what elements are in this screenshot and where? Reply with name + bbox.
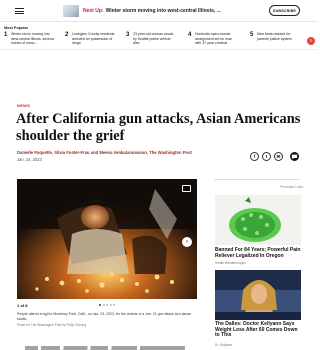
item-headline[interactable]: Lexington County residents arrested for … — [72, 32, 116, 46]
next-up-thumbnail — [63, 5, 79, 17]
photo-caption: People attend a vigil in Monterey Park, … — [17, 312, 192, 321]
item-headline[interactable]: Winter storm moving into west-central Il… — [11, 32, 55, 46]
most-popular-item[interactable]: 5 New beds needed for juvenile justice s… — [250, 32, 297, 41]
hero-photo[interactable]: › — [17, 179, 197, 299]
next-up-headline[interactable]: Winter storm moving into west-central Il… — [106, 8, 221, 14]
ad-image-pain-reliever[interactable] — [215, 195, 301, 245]
top-bar: Next Up: Winter storm moving into west-c… — [0, 0, 318, 22]
most-popular-title: Most Popular — [4, 26, 29, 30]
facebook-share-icon[interactable]: f — [250, 152, 259, 161]
most-popular-item[interactable]: 3 23-year-old woman struck by Seattle po… — [126, 32, 177, 46]
item-number: 2 — [65, 32, 69, 38]
next-photo-button[interactable]: › — [182, 237, 192, 247]
subscribe-button[interactable]: SUBSCRIBE — [269, 5, 300, 16]
promoted-links-label: Promoted Links — [280, 185, 303, 189]
gallery-dot[interactable] — [106, 304, 108, 306]
ad-source[interactable]: Dr. Kellyann — [215, 343, 232, 347]
next-up-banner[interactable]: Next Up: Winter storm moving into west-c… — [63, 4, 221, 18]
comment-bubble-icon — [291, 154, 298, 159]
email-share-icon[interactable]: ✉ — [274, 152, 283, 161]
article-body-start — [25, 346, 185, 350]
item-number: 5 — [250, 32, 254, 38]
ad-source[interactable]: Health Breakthroughs — [215, 261, 246, 265]
rail-divider — [214, 179, 300, 180]
ad-headline[interactable]: The Dalles: Doctor Kellyann Says Weight … — [215, 321, 303, 339]
most-popular-item[interactable]: 2 Lexington County residents arrested fo… — [65, 32, 116, 46]
item-headline[interactable]: Homicide-open murder arraignment set for… — [195, 32, 239, 46]
gallery-dots[interactable] — [99, 304, 115, 306]
next-up-label: Next Up: — [83, 8, 104, 14]
gallery-dot[interactable] — [99, 304, 101, 306]
item-number: 3 — [126, 32, 130, 38]
gallery-expand-icon[interactable] — [182, 185, 191, 192]
menu-icon[interactable] — [15, 8, 24, 14]
green-plant-image — [215, 195, 301, 245]
item-number: 1 — [4, 32, 8, 38]
carousel-next-icon[interactable]: › — [307, 37, 315, 45]
tv-host-image — [215, 270, 301, 320]
article-headline: After California gun attacks, Asian Amer… — [16, 111, 301, 144]
gallery-dot[interactable] — [109, 304, 112, 306]
gallery-dot[interactable] — [102, 304, 105, 306]
article-date: Jan. 24, 2023 — [17, 157, 42, 162]
photo-credit: Photo for The Washington Post by Philip … — [17, 323, 87, 327]
most-popular-strip: Most Popular 1 Winter storm moving into … — [0, 24, 318, 50]
section-kicker[interactable]: NEWS — [17, 103, 30, 108]
twitter-share-icon[interactable]: t — [262, 152, 271, 161]
most-popular-item[interactable]: 1 Winter storm moving into west-central … — [4, 32, 55, 46]
item-headline[interactable]: New beds needed for juvenile justice sys… — [257, 32, 297, 41]
ad-image-weight-loss[interactable] — [215, 270, 301, 320]
article-byline[interactable]: Danielle Paquette, Silvia Foster-Frau an… — [17, 150, 192, 155]
item-headline[interactable]: 23-year-old woman struck by Seattle poli… — [133, 32, 177, 46]
photo-count: 1 of 8 — [17, 303, 28, 308]
gallery-dot[interactable] — [113, 304, 115, 306]
vigil-photo — [17, 179, 197, 299]
comments-icon[interactable] — [290, 152, 299, 161]
most-popular-item[interactable]: 4 Homicide-open murder arraignment set f… — [188, 32, 239, 46]
item-number: 4 — [188, 32, 192, 38]
ad-headline[interactable]: Banned For 84 Years; Powerful Pain Relie… — [215, 247, 303, 259]
